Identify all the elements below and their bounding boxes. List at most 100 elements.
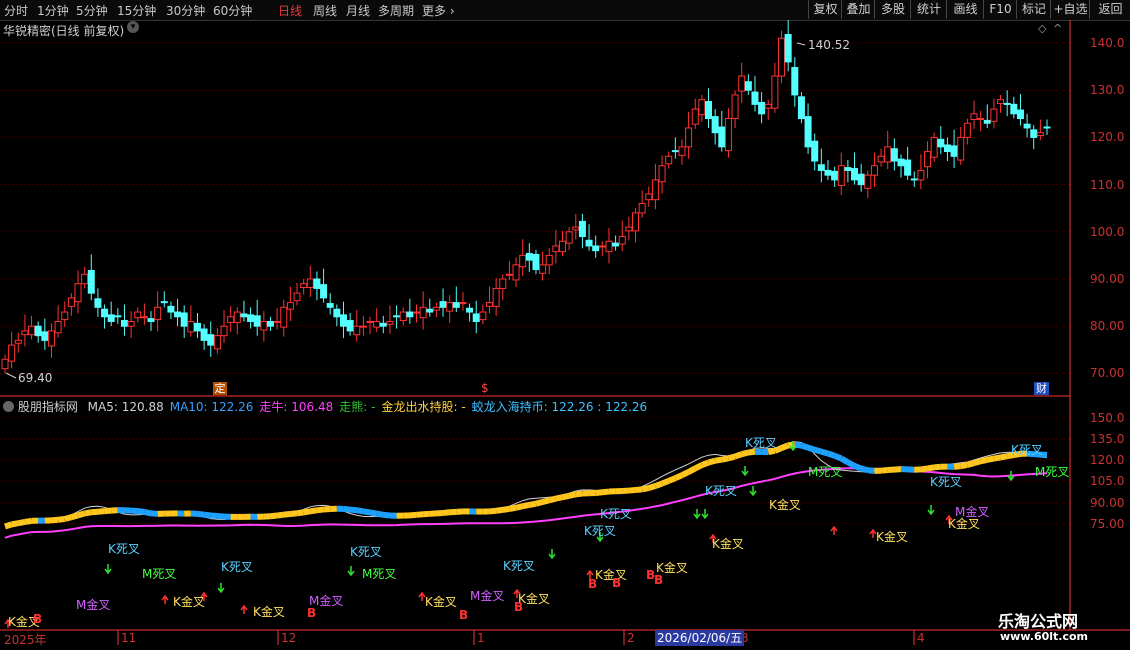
marker-ding[interactable]: 定	[213, 382, 227, 395]
ma10-segment	[700, 459, 710, 468]
candle	[963, 122, 971, 138]
toolbar-button[interactable]: 叠加	[841, 0, 875, 19]
signal-k-death: K死叉	[108, 542, 140, 556]
toolbar-button[interactable]: 返回	[1089, 0, 1130, 19]
period-tab[interactable]: 月线	[346, 2, 370, 19]
candle	[957, 136, 965, 161]
ma10-segment	[203, 511, 212, 519]
period-tab[interactable]: 30分钟	[166, 2, 205, 19]
candle	[114, 315, 122, 318]
candle	[632, 212, 640, 232]
candle	[671, 150, 679, 153]
candle	[864, 174, 872, 189]
arrow-down-icon	[741, 466, 749, 477]
period-tab[interactable]: 1分钟	[37, 2, 69, 19]
candle	[1036, 132, 1044, 137]
candlestick-series	[1, 20, 1051, 379]
candle	[778, 37, 786, 77]
period-tab[interactable]: 15分钟	[117, 2, 156, 19]
candle	[81, 273, 89, 285]
period-tab[interactable]: 更多 ›	[422, 2, 455, 19]
candle	[930, 136, 938, 158]
period-tab[interactable]: 周线	[313, 2, 337, 19]
candle	[897, 158, 905, 167]
indicator-tick-label: 120.0	[1090, 453, 1125, 468]
arrow-up-icon	[240, 604, 248, 614]
ma10-segment	[767, 447, 776, 456]
candle	[797, 96, 805, 120]
ma10-segment	[104, 507, 112, 515]
candle	[240, 313, 248, 318]
candle	[140, 316, 148, 319]
ma10-segment	[853, 463, 863, 472]
candle	[612, 242, 620, 247]
arrow-up-icon	[830, 525, 838, 535]
signal-m-golden: M金叉	[470, 589, 505, 603]
chart-canvas[interactable]	[0, 20, 1130, 650]
candle	[134, 311, 142, 319]
candle	[877, 155, 885, 163]
ma10-segment	[416, 511, 424, 518]
candle	[943, 144, 951, 153]
candle	[47, 330, 55, 347]
chart-title: 华锐精密(日线 前复权)	[3, 24, 125, 38]
chevron-down-icon[interactable]: ▾	[127, 21, 139, 33]
signal-k-death: K死叉	[503, 559, 535, 573]
candle	[585, 239, 593, 247]
candle	[651, 179, 659, 201]
marker-dollar[interactable]: $	[481, 381, 489, 395]
candle	[373, 320, 381, 328]
toolbar-button[interactable]: 多股	[874, 0, 911, 19]
ma10-segment	[813, 446, 823, 455]
ma10-segment	[973, 458, 982, 466]
period-tab[interactable]: 分时	[4, 2, 28, 19]
candle	[174, 311, 182, 318]
candle	[260, 320, 268, 331]
candle	[479, 311, 487, 321]
toolbar-button[interactable]: 画线	[946, 0, 984, 19]
ma10-segment	[641, 485, 650, 493]
ma10-segment	[575, 490, 583, 498]
toolbar-button[interactable]: +自选	[1050, 0, 1090, 19]
signal-k-death: K死叉	[930, 475, 962, 489]
toolbar-button[interactable]: 标记	[1016, 0, 1051, 19]
signal-buy: B	[588, 577, 598, 591]
ma10-segment	[927, 464, 935, 472]
candle	[890, 148, 898, 162]
toolbar-button[interactable]: 复权	[808, 0, 842, 19]
signal-k-death: K死叉	[1011, 443, 1043, 457]
toolbar-button[interactable]: 统计	[910, 0, 947, 19]
signal-k-golden: K金叉	[712, 537, 744, 551]
candle	[532, 253, 540, 271]
ma10-segment	[714, 456, 723, 464]
candle	[393, 315, 401, 318]
period-tab[interactable]: 日线	[278, 2, 302, 19]
period-tab[interactable]: 5分钟	[76, 2, 108, 19]
marker-cai[interactable]: 财	[1034, 382, 1049, 395]
candle	[1023, 123, 1031, 129]
ma10-segment	[77, 510, 86, 519]
arrow-down-icon	[693, 509, 701, 520]
settings-icon[interactable]	[3, 401, 14, 412]
ma10-segment	[846, 459, 856, 469]
candle	[439, 301, 447, 308]
legend-item: 走熊: -	[339, 400, 376, 414]
candle	[917, 169, 925, 181]
candle	[326, 303, 334, 308]
toolbar-button[interactable]: F10	[983, 0, 1017, 19]
period-tab[interactable]: 60分钟	[213, 2, 252, 19]
period-tab[interactable]: 多周期	[378, 2, 414, 19]
ma10-segment	[674, 472, 684, 481]
candle	[466, 307, 474, 313]
diamond-icon[interactable]: ◇	[1038, 22, 1046, 35]
candle	[851, 168, 859, 181]
candle	[791, 67, 799, 96]
ma10-segment	[827, 450, 836, 459]
ma10-segment	[667, 475, 677, 484]
candle	[54, 320, 62, 334]
ma10-segment	[508, 504, 517, 512]
ma10-segment	[57, 516, 66, 523]
scroll-up-icon[interactable]: ^	[1053, 22, 1062, 35]
candle	[771, 75, 779, 109]
ma10-segment	[727, 453, 736, 462]
